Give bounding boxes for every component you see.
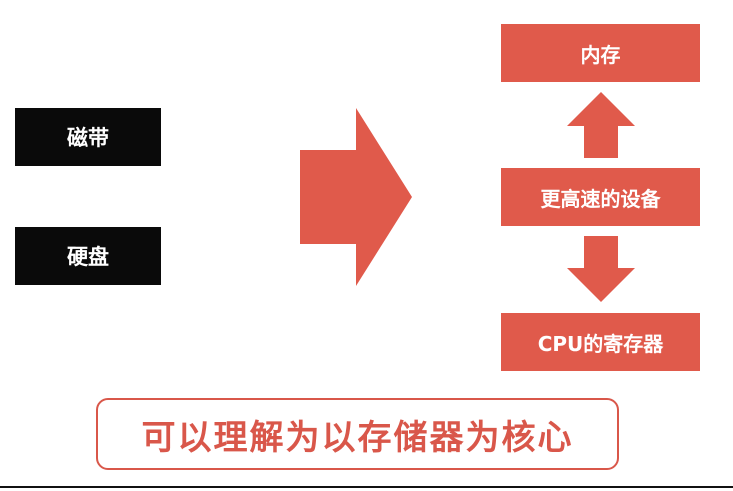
down-arrow-icon xyxy=(567,236,635,302)
right-arrow-icon xyxy=(300,108,412,286)
memory-box: 内存 xyxy=(501,24,700,82)
disk-box: 硬盘 xyxy=(15,227,161,285)
summary-banner: 可以理解为以存储器为核心 xyxy=(96,398,619,470)
cpu-registers-box: CPU的寄存器 xyxy=(501,313,700,371)
bottom-divider xyxy=(0,486,733,488)
memory-label: 内存 xyxy=(580,42,621,67)
tape-box: 磁带 xyxy=(15,108,161,166)
tape-label: 磁带 xyxy=(67,126,109,150)
faster-device-label: 更高速的设备 xyxy=(540,186,661,211)
faster-device-box: 更高速的设备 xyxy=(501,168,700,226)
disk-label: 硬盘 xyxy=(67,245,109,269)
up-arrow-icon xyxy=(567,92,635,158)
cpu-registers-label: CPU的寄存器 xyxy=(537,331,664,356)
diagram-canvas: 磁带 硬盘 内存 更高速的设备 CPU的寄存器 可以理解为以存储器为核心 xyxy=(0,0,733,491)
summary-banner-text: 可以理解为以存储器为核心 xyxy=(141,417,574,458)
